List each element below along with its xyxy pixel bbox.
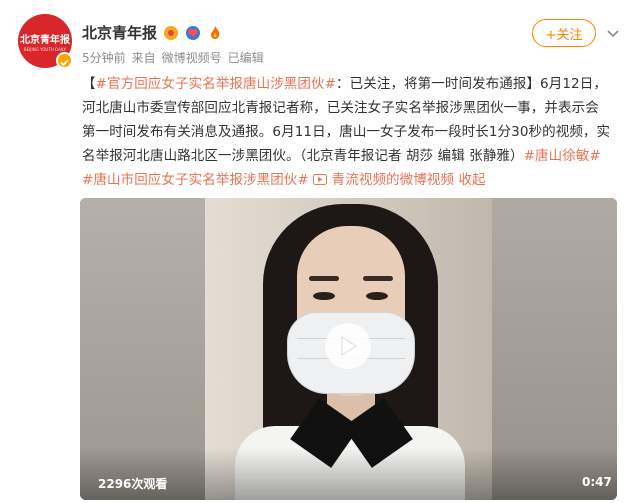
video-link-text: 青流视频的微博视频 xyxy=(331,172,455,188)
follow-label: +关注 xyxy=(545,27,583,43)
topic-bracket-open: 【 xyxy=(82,76,96,92)
verified-badge-icon xyxy=(56,52,73,69)
avatar[interactable]: 北京青年报 BEIJING YOUTH DAILY xyxy=(18,14,73,69)
post-source[interactable]: 微博视频号 xyxy=(162,49,222,66)
video-link[interactable]: 青流视频的微博视频 xyxy=(313,172,458,188)
video-duration: 0:47 xyxy=(582,475,612,489)
collapse-link[interactable]: 收起 xyxy=(458,172,485,188)
video-link-icon xyxy=(313,174,328,185)
post-text: 【#官方回应女子实名举报唐山涉黑团伙#：已关注，将第一时间发布通报】6月12日，… xyxy=(82,72,612,192)
source-prefix: 来自 xyxy=(131,51,156,65)
edited-label: 已编辑 xyxy=(227,51,264,65)
avatar-logo-text: 北京青年报 xyxy=(20,35,70,46)
video-player[interactable]: 2296次观看 0:47 xyxy=(80,198,617,500)
heart-badge-icon[interactable] xyxy=(185,25,201,41)
video-person-brow-right xyxy=(363,276,393,281)
video-person-brow-left xyxy=(309,276,339,281)
video-bottom-gradient xyxy=(80,448,617,500)
user-name[interactable]: 北京青年报 xyxy=(82,22,157,43)
video-person-eye-left xyxy=(313,292,335,300)
hashtag-tangshan-response[interactable]: #唐山市回应女子实名举报涉黑团伙# xyxy=(82,172,309,188)
name-row: 北京青年报 xyxy=(82,22,223,43)
hashtag-xumin[interactable]: #唐山徐敏# xyxy=(524,148,601,164)
weibo-post-card: 北京青年报 BEIJING YOUTH DAILY 北京青年报 5分钟前 来自 … xyxy=(0,0,640,503)
video-person-eye-right xyxy=(366,292,388,300)
follow-button[interactable]: +关注 xyxy=(532,19,596,47)
post-time[interactable]: 5分钟前 xyxy=(82,49,126,66)
flower-badge-icon[interactable] xyxy=(163,25,179,41)
topic-tag[interactable]: #官方回应女子实名举报唐山涉黑团伙# xyxy=(96,76,336,92)
more-options-button[interactable] xyxy=(604,24,622,42)
fire-badge-icon[interactable] xyxy=(207,25,223,41)
play-button[interactable] xyxy=(325,323,371,369)
view-count: 2296次观看 xyxy=(98,477,168,491)
post-meta: 5分钟前 来自 微博视频号 已编辑 xyxy=(82,49,264,66)
play-icon xyxy=(341,336,357,356)
chevron-down-icon xyxy=(607,30,619,38)
